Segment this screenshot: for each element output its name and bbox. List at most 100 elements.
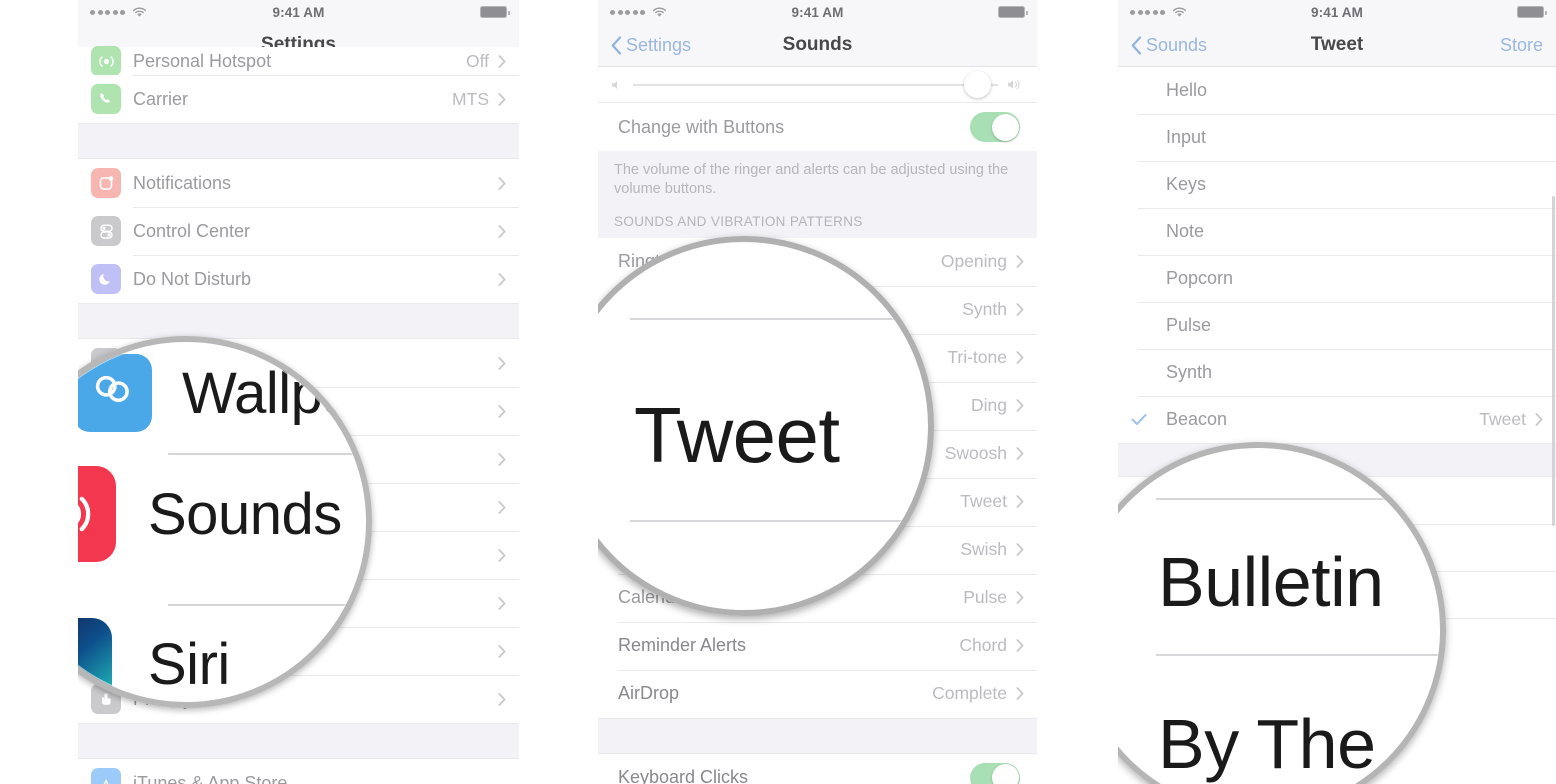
group-separator	[598, 717, 1037, 754]
magnifier-label: Bulletin	[1158, 543, 1384, 621]
settings-row-value-group: Off	[466, 51, 506, 72]
tone-row[interactable]: Hello	[1118, 67, 1556, 114]
sound-row-value: Chord	[959, 635, 1007, 656]
settings-row-hotspot[interactable]: Personal Hotspot Off	[78, 46, 519, 76]
back-button-label: Settings	[626, 34, 692, 55]
tone-row[interactable]: Synth	[1118, 349, 1556, 396]
chevron-right-icon	[1016, 255, 1024, 269]
keyboard-clicks-label: Keyboard Clicks	[618, 767, 749, 784]
settings-row-do-not-disturb[interactable]: Do Not Disturb	[78, 255, 519, 303]
chevron-right-icon	[1016, 303, 1024, 317]
signal-dots-icon	[1130, 9, 1165, 15]
sound-row-value-group: Pulse	[963, 587, 1024, 608]
change-with-buttons-row[interactable]: Change with Buttons	[598, 103, 1037, 151]
chevron-right-icon	[498, 452, 506, 466]
settings-row-value: Off	[465, 50, 489, 71]
sound-row-value: Ding	[971, 395, 1007, 416]
settings-row-value-group	[498, 692, 506, 706]
appstore-icon	[91, 768, 121, 784]
settings-row-value-group	[498, 224, 506, 238]
sound-row-value-group: Opening	[941, 251, 1024, 272]
back-button-label: Sounds	[1146, 34, 1208, 55]
keyboard-clicks-toggle[interactable]	[970, 762, 1020, 784]
settings-row-carrier[interactable]: Carrier MTS	[78, 75, 519, 123]
battery-icon	[1517, 6, 1547, 18]
tone-label: Note	[1166, 221, 1205, 241]
tone-row[interactable]: Input	[1118, 114, 1556, 161]
status-bar: 9:41 AM	[1118, 0, 1556, 24]
settings-row-value-group	[498, 596, 506, 610]
magnifier-content: Wallpaper Sounds Siri	[78, 336, 372, 708]
group-separator	[78, 123, 519, 159]
sound-row-label: Reminder Alerts	[618, 635, 747, 656]
chevron-right-icon	[1016, 687, 1024, 701]
store-button[interactable]: Store	[1500, 35, 1543, 56]
vertical-scrollbar[interactable]	[1552, 196, 1555, 526]
settings-row-label: Do Not Disturb	[133, 268, 252, 289]
tone-row-value: Tweet	[1479, 409, 1526, 429]
sound-row-value-group: Swoosh	[945, 443, 1024, 464]
phone-screenshot-settings: 9:41 AM Settings Personal Hotspot Off Ca…	[78, 0, 519, 784]
phone-icon	[91, 84, 121, 114]
status-bar-left	[90, 7, 147, 18]
keyboard-clicks-row[interactable]: Keyboard Clicks	[598, 753, 1037, 784]
magnifier-label: Sounds	[148, 481, 342, 547]
chevron-left-icon	[611, 35, 622, 55]
status-bar-left	[1130, 7, 1187, 18]
tone-label: Input	[1166, 127, 1207, 147]
settings-row-value-group	[498, 356, 506, 370]
back-button-sounds[interactable]: Sounds	[1131, 35, 1207, 56]
sound-row-value: Tri-tone	[947, 347, 1007, 368]
chevron-right-icon	[498, 272, 506, 286]
chevron-right-icon	[498, 54, 506, 68]
settings-row-value-group	[498, 176, 506, 190]
chevron-right-icon	[498, 356, 506, 370]
chevron-right-icon	[1016, 495, 1024, 509]
sound-row-reminder-alerts[interactable]: Reminder Alerts Chord	[598, 621, 1037, 670]
chevron-right-icon	[498, 176, 506, 190]
sounds-section-header: SOUNDS AND VIBRATION PATTERNS	[598, 205, 1037, 238]
tone-row[interactable]: Popcorn	[1118, 255, 1556, 302]
group-separator	[78, 303, 519, 339]
settings-row-value-group	[498, 644, 506, 658]
settings-row-label: Notifications	[133, 172, 232, 193]
settings-row-value-group	[498, 500, 506, 514]
ringer-volume-slider[interactable]	[598, 67, 1037, 103]
chevron-right-icon	[498, 548, 506, 562]
change-with-buttons-label: Change with Buttons	[618, 116, 785, 137]
battery-icon	[480, 6, 510, 18]
settings-row-label: Control Center	[133, 220, 251, 241]
settings-row-value-group	[498, 452, 506, 466]
chevron-right-icon	[1016, 591, 1024, 605]
slider-track	[633, 83, 998, 86]
speaker-high-icon	[1008, 79, 1020, 90]
sounds-icon	[78, 466, 116, 562]
sound-row-value-group: Ding	[971, 395, 1024, 416]
tone-row[interactable]: Pulse	[1118, 302, 1556, 349]
settings-row-control-center[interactable]: Control Center	[78, 207, 519, 255]
tone-row-selected[interactable]: Beacon Tweet	[1118, 396, 1556, 443]
settings-row-value-group	[498, 548, 506, 562]
sound-row-airdrop[interactable]: AirDrop Complete	[598, 669, 1037, 718]
chevron-right-icon	[1016, 399, 1024, 413]
tone-label: Keys	[1166, 174, 1207, 194]
settings-row-value: MTS	[452, 88, 489, 109]
slider-thumb[interactable]	[964, 71, 991, 98]
wifi-icon	[1172, 7, 1187, 17]
sound-row-label: AirDrop	[618, 683, 680, 704]
magnifier-label: By The	[1158, 705, 1376, 783]
change-with-buttons-toggle[interactable]	[970, 112, 1020, 142]
tone-row[interactable]: Note	[1118, 208, 1556, 255]
sound-row-value: Swish	[960, 539, 1007, 560]
settings-row-notifications[interactable]: Notifications	[78, 159, 519, 207]
status-bar: 9:41 AM	[78, 0, 519, 24]
tone-row[interactable]: Keys	[1118, 161, 1556, 208]
sound-row-value-group: Tweet	[960, 491, 1024, 512]
settings-row-label: iTunes & App Store	[133, 772, 288, 784]
back-button-settings[interactable]: Settings	[611, 35, 691, 56]
chevron-right-icon	[1535, 413, 1543, 426]
tone-label: Beacon	[1166, 409, 1228, 429]
tone-label: Popcorn	[1166, 268, 1234, 288]
settings-row-itunes[interactable]: iTunes & App Store	[78, 759, 519, 784]
moon-icon	[91, 264, 121, 294]
